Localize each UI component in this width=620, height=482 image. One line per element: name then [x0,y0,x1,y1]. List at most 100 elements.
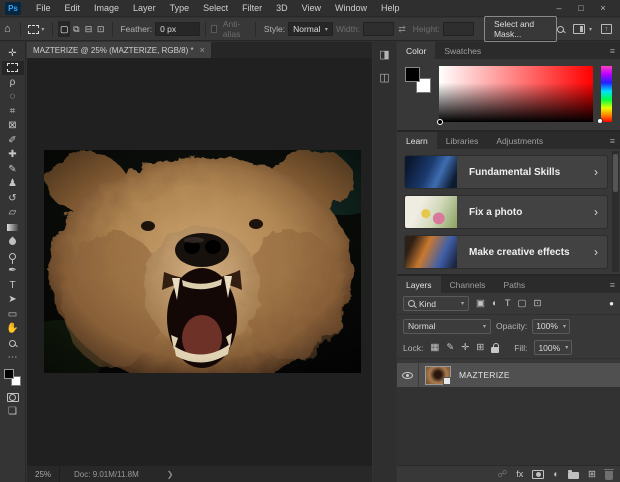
tab-channels[interactable]: Channels [441,276,495,293]
screen-mode-button[interactable]: ❏ [2,405,24,420]
lock-artboard-icon[interactable]: ⊞ [476,342,484,353]
rectangular-marquee-tool[interactable] [1,60,24,75]
layer-name[interactable]: MAZTERIZE [459,370,510,380]
foreground-color-swatch[interactable] [4,369,14,379]
intersect-selection-mode-button[interactable]: ⊡ [95,21,107,37]
scrollbar-thumb[interactable] [613,154,618,192]
collapsed-panel-icon-2[interactable]: ◫ [379,71,389,84]
document-tab[interactable]: MAZTERIZE @ 25% (MAZTERIZE, RGB/8) * × [27,42,211,58]
search-icon[interactable] [556,25,564,33]
tab-libraries[interactable]: Libraries [437,132,488,149]
move-tool[interactable]: ✛ [2,46,24,61]
collapsed-panel-icon-1[interactable]: ◨ [379,48,389,61]
quick-selection-tool[interactable]: ◌ [2,90,24,105]
hand-tool[interactable]: ✋ [2,322,24,337]
gradient-tool[interactable] [2,220,24,235]
frame-tool[interactable]: ⊠ [2,119,24,134]
zoom-level-field[interactable]: 25% [27,466,61,482]
blur-tool[interactable] [2,235,24,250]
lock-transparent-pixels-icon[interactable]: ▦ [430,342,439,353]
tab-close-icon[interactable]: × [200,45,205,55]
menu-3d[interactable]: 3D [269,0,295,16]
menu-help[interactable]: Help [374,0,407,16]
delete-layer-icon[interactable] [604,468,614,480]
canvas[interactable] [27,58,372,466]
active-tool-preset[interactable]: ▾ [25,24,47,34]
spot-healing-brush-tool[interactable]: ✚ [2,148,24,163]
menu-select[interactable]: Select [196,0,235,16]
link-layers-icon[interactable]: ☍ [498,469,508,480]
tab-layers[interactable]: Layers [397,276,441,293]
brush-tool[interactable]: ✎ [2,162,24,177]
menu-edit[interactable]: Edit [58,0,88,16]
panel-menu-icon[interactable]: ≡ [610,42,620,59]
menu-view[interactable]: View [295,0,328,16]
dodge-tool[interactable] [2,249,24,264]
tab-swatches[interactable]: Swatches [435,42,490,59]
pen-tool[interactable]: ✒ [2,264,24,279]
status-chevron-icon[interactable]: ❯ [167,470,174,479]
filter-pixel-layers-icon[interactable]: ▣ [476,298,485,309]
quick-mask-button[interactable] [2,390,24,405]
panel-menu-icon[interactable]: ≡ [610,276,620,293]
eraser-tool[interactable]: ▱ [2,206,24,221]
learn-card-fundamental-skills[interactable]: Fundamental Skills › [404,155,608,189]
maximize-button[interactable]: □ [570,0,592,16]
new-selection-mode-button[interactable]: ▢ [58,21,71,37]
type-tool[interactable]: T [2,278,24,293]
menu-type[interactable]: Type [163,0,197,16]
filter-type-layers-icon[interactable]: T [505,298,511,309]
learn-card-fix-a-photo[interactable]: Fix a photo › [404,195,608,229]
add-layer-mask-icon[interactable] [532,469,545,479]
foreground-background-swatches[interactable] [4,369,21,386]
tab-color[interactable]: Color [397,42,436,59]
filter-toggle-icon[interactable]: ● [609,299,614,308]
add-to-selection-mode-button[interactable]: ⧉ [70,21,82,37]
lasso-tool[interactable]: ρ [2,75,24,90]
crop-tool[interactable]: ⌗ [2,104,24,119]
new-adjustment-layer-icon[interactable]: ◐ [553,469,559,480]
menu-file[interactable]: File [29,0,58,16]
share-icon[interactable]: ↑ [601,24,612,34]
color-picker-handle[interactable] [437,118,443,125]
antialias-checkbox[interactable]: Anti-alias [210,19,250,39]
scrollbar[interactable] [612,151,619,272]
lock-image-pixels-icon[interactable]: ✎ [446,342,454,353]
clone-stamp-tool[interactable]: ♟ [2,177,24,192]
workspace-switcher[interactable]: ▾ [572,24,592,34]
height-input[interactable] [442,22,474,36]
feather-input[interactable]: 0 px [155,22,200,36]
fill-field[interactable]: 100% ▾ [534,340,573,355]
hue-slider[interactable] [597,65,612,124]
zoom-tool[interactable] [2,336,24,351]
new-layer-icon[interactable]: ⊞ [588,469,596,480]
filter-shape-layers-icon[interactable]: ▢ [518,298,527,309]
saturation-brightness-field[interactable] [437,65,593,125]
hue-slider-handle[interactable] [597,117,603,124]
lock-position-icon[interactable]: ✛ [461,342,469,353]
foreground-color-swatch[interactable] [405,67,420,82]
style-select[interactable]: Normal ▾ [288,22,333,36]
layer-thumbnail[interactable] [425,365,451,385]
rectangle-tool[interactable]: ▭ [2,307,24,322]
tab-paths[interactable]: Paths [494,276,534,293]
layer-visibility-toggle[interactable] [397,363,419,387]
layer-effects-icon[interactable]: fx [516,469,523,479]
menu-filter[interactable]: Filter [235,0,269,16]
filter-adjustment-layers-icon[interactable]: ◐ [492,298,498,309]
menu-layer[interactable]: Layer [126,0,163,16]
home-icon[interactable]: ⌂ [0,23,15,35]
eyedropper-tool[interactable]: ✐ [2,133,24,148]
edit-toolbar-button[interactable]: ⋯ [2,351,24,366]
close-button[interactable]: × [592,0,614,16]
select-and-mask-button[interactable]: Select and Mask... [483,16,557,42]
panel-menu-icon[interactable]: ≡ [610,132,620,149]
new-group-icon[interactable] [568,469,580,479]
menu-window[interactable]: Window [328,0,374,16]
tab-learn[interactable]: Learn [397,132,437,149]
subtract-from-selection-mode-button[interactable]: ⊟ [82,21,94,37]
tab-adjustments[interactable]: Adjustments [487,132,552,149]
filter-smart-object-layers-icon[interactable]: ⊡ [534,298,542,309]
minimize-button[interactable]: – [548,0,570,16]
filter-kind-select[interactable]: Kind ▾ [403,296,469,311]
